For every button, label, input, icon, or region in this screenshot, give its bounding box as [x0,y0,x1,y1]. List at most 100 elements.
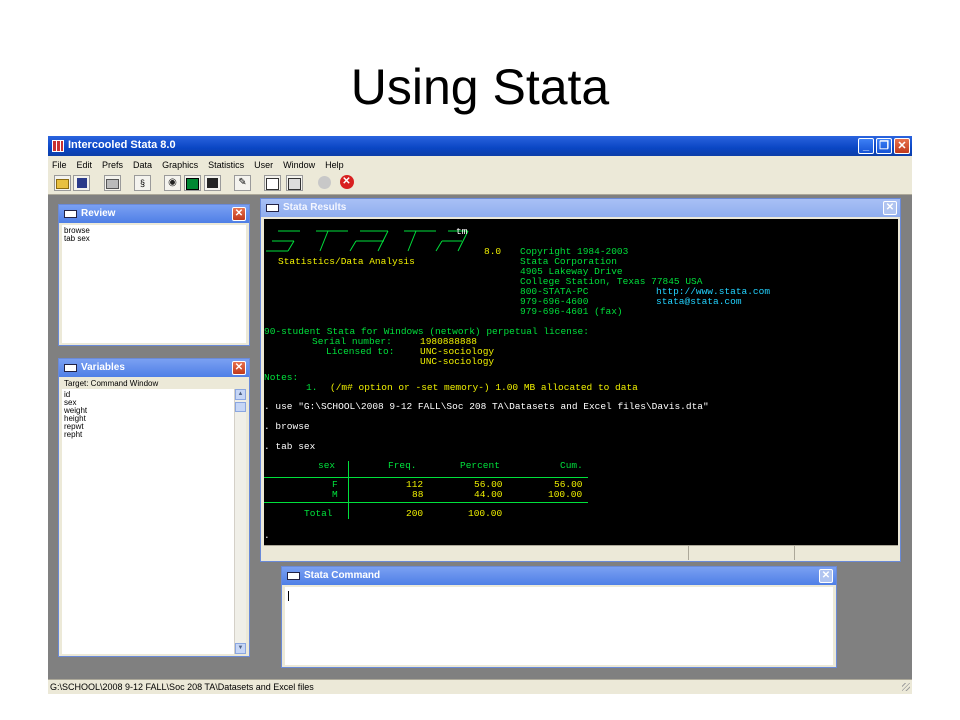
scroll-up-icon[interactable]: ▲ [235,389,246,400]
menu-help[interactable]: Help [325,160,344,170]
clear-more-button[interactable] [316,175,333,191]
variables-close-button[interactable]: ✕ [232,361,246,375]
data-browser-button[interactable] [264,175,281,191]
menu-file[interactable]: File [52,160,67,170]
command-echo: . browse [264,421,310,432]
review-close-button[interactable]: ✕ [232,207,246,221]
licensed-label: Licensed to: [326,346,395,357]
results-statusbar [264,545,898,560]
data-editor-button[interactable]: ✎ [234,175,251,191]
note-number: 1. [306,382,318,393]
list-item[interactable]: weight [64,407,232,415]
restore-icon: ❐ [879,140,889,152]
break-button[interactable]: ✕ [338,175,355,191]
print-button[interactable] [104,175,121,191]
table-cell: 88 [412,489,424,500]
close-icon: ✕ [821,570,831,581]
table-button[interactable] [286,175,303,191]
open-button[interactable] [54,175,71,191]
save-icon [76,178,87,188]
table-header: Cum. [560,460,583,471]
status-pane [688,546,689,560]
table-total-label: Total [304,508,333,519]
restore-button[interactable]: ❐ [876,138,892,154]
list-item[interactable]: id [64,391,232,399]
app-title: Intercooled Stata 8.0 [68,139,176,151]
review-titlebar[interactable]: Review ✕ [59,205,249,223]
list-item[interactable]: repht [64,431,232,439]
list-item[interactable]: repwt [64,423,232,431]
list-item[interactable]: height [64,415,232,423]
window-icon [266,204,279,212]
list-item[interactable]: browse [64,227,244,235]
command-echo: . use "G:\SCHOOL\2008 9-12 FALL\Soc 208 … [264,401,709,412]
close-icon: ✕ [234,362,244,373]
table-cell: 100.00 [548,489,583,500]
status-pane [794,546,795,560]
viewer-button[interactable]: ◉ [164,175,181,191]
table-header: sex [318,460,336,471]
variables-scrollbar[interactable]: ▲ ▼ [234,389,246,654]
menu-statistics[interactable]: Statistics [208,160,244,170]
command-titlebar[interactable]: Stata Command ✕ [282,567,836,585]
resize-grip-icon[interactable] [902,683,910,691]
menu-prefs[interactable]: Prefs [102,160,123,170]
scroll-down-icon[interactable]: ▼ [235,643,246,654]
licensed-value: UNC-sociology [420,356,495,367]
data-browser-icon [266,178,279,190]
graph-button[interactable] [184,175,201,191]
tagline-text: Statistics/Data Analysis [278,256,415,267]
table-cell: 44.00 [474,489,503,500]
table-total-freq: 200 [406,508,424,519]
review-title: Review [81,208,116,219]
variables-title: Variables [81,362,125,373]
results-window: Stata Results ✕ tm 8.0 Statistics/Data A… [260,198,901,562]
log-icon: § [139,178,145,188]
table-icon [288,178,301,190]
slide-title: Using Stata [350,59,610,115]
variables-titlebar[interactable]: Variables ✕ [59,359,249,377]
close-icon: ✕ [885,202,895,213]
command-close-button[interactable]: ✕ [819,569,833,583]
copyright-line: 979-696-4601 (fax) [520,306,623,317]
note-text: (/m# option or -set memory-) 1.00 MB all… [330,382,638,393]
table-rule [264,502,588,503]
menu-edit[interactable]: Edit [77,160,93,170]
save-button[interactable] [73,175,90,191]
window-icon [64,210,77,218]
list-item[interactable]: tab sex [64,235,244,243]
clear-more-icon [318,176,331,189]
variables-target-header: Target: Command Window [62,379,234,389]
list-item[interactable]: sex [64,399,232,407]
menu-user[interactable]: User [254,160,273,170]
dofile-button[interactable] [204,175,221,191]
scroll-thumb[interactable] [235,402,246,412]
variables-list: Target: Command Window id sex weight hei… [62,379,234,654]
stata-window: Intercooled Stata 8.0 _ ❐ ✕ File Edit Pr… [48,136,912,694]
print-icon [106,179,119,189]
command-echo: . tab sex [264,441,316,452]
graph-icon [186,178,199,190]
results-close-button[interactable]: ✕ [883,201,897,215]
table-header: Freq. [388,460,417,471]
close-button[interactable]: ✕ [894,138,910,154]
notes-label: Notes: [264,372,299,383]
menu-window[interactable]: Window [283,160,315,170]
data-editor-icon: ✎ [238,177,247,188]
command-title: Stata Command [304,570,381,581]
app-statusbar: G:\SCHOOL\2008 9-12 FALL\Soc 208 TA\Data… [48,679,912,694]
table-header: Percent [460,460,500,471]
menu-data[interactable]: Data [133,160,152,170]
menu-graphics[interactable]: Graphics [162,160,198,170]
email-link[interactable]: stata@stata.com [656,297,742,307]
command-input[interactable] [285,587,833,665]
window-icon [64,364,77,372]
log-button[interactable]: § [134,175,151,191]
minimize-button[interactable]: _ [858,138,874,154]
stata-app-icon [52,140,64,152]
table-total-percent: 100.00 [468,508,503,519]
app-titlebar[interactable]: Intercooled Stata 8.0 _ ❐ ✕ [48,136,912,156]
stata-logo [266,230,469,252]
break-icon: ✕ [339,175,354,189]
results-titlebar[interactable]: Stata Results ✕ [261,199,900,217]
